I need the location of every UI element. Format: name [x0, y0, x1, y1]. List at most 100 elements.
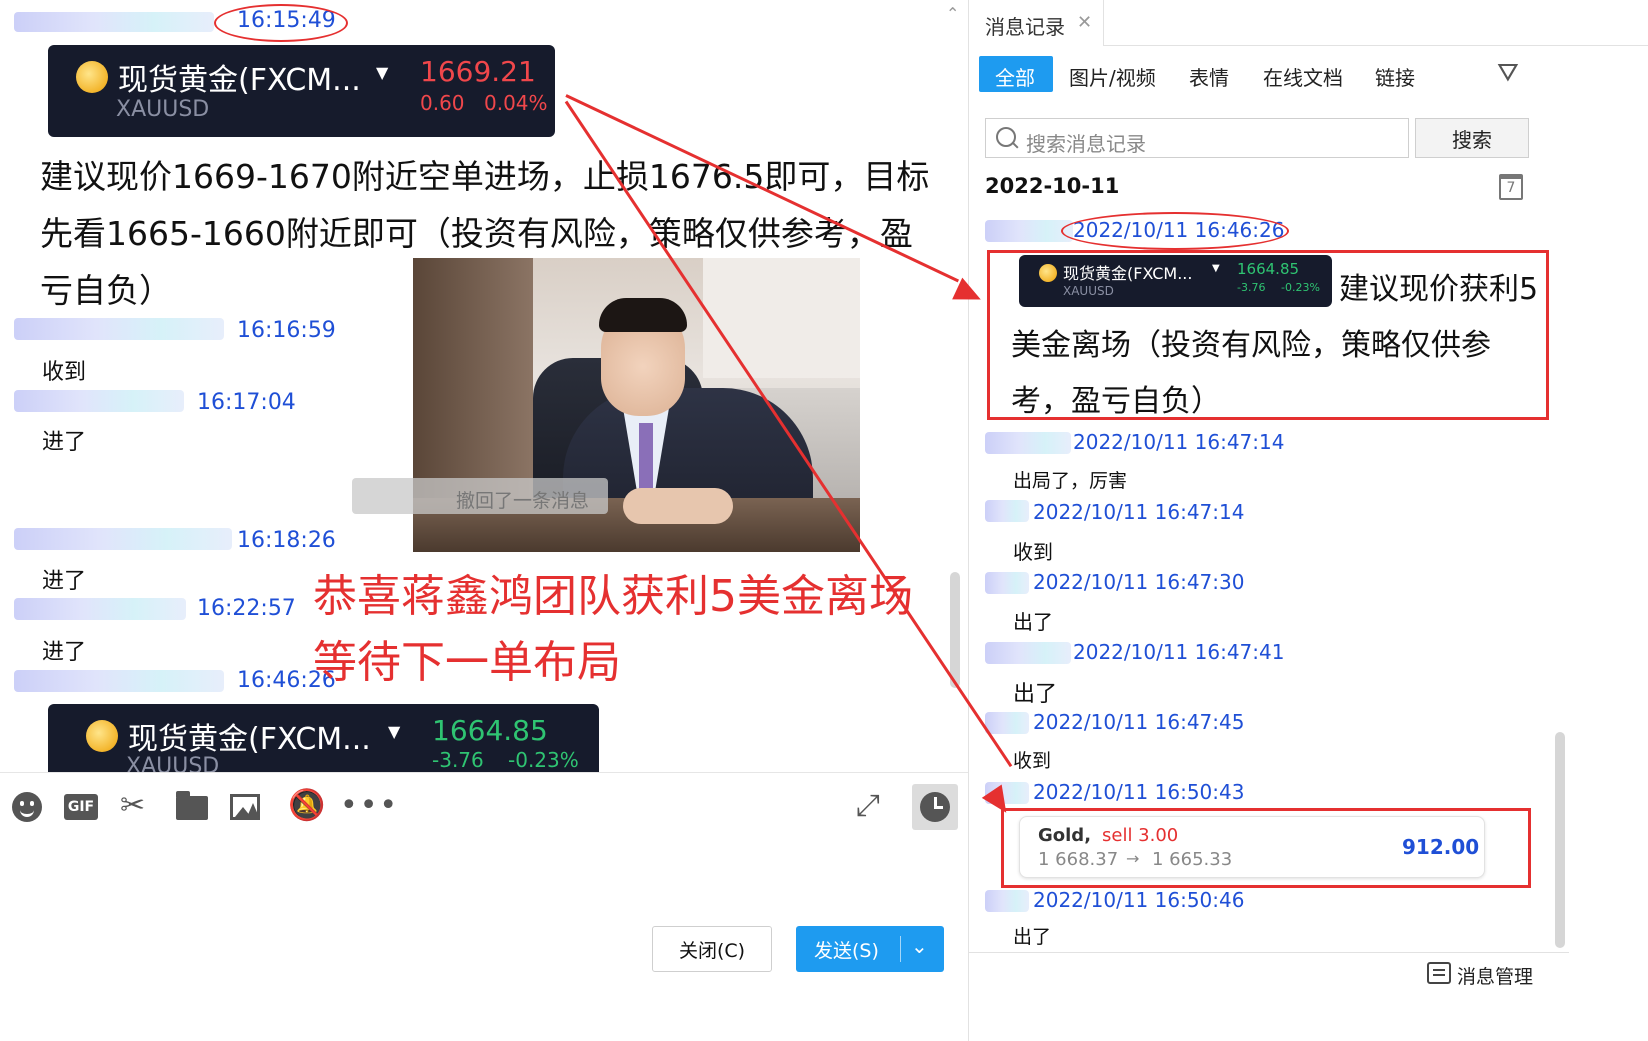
history-time: 2022/10/11 16:47:14	[1033, 500, 1245, 524]
search-box[interactable]: 搜索消息记录	[985, 118, 1409, 158]
trade-open-price: 1 668.37	[1038, 849, 1119, 870]
filter-docs[interactable]: 在线文档	[1263, 62, 1343, 91]
filter-sticker[interactable]: 表情	[1189, 62, 1229, 91]
sender-name-blurred	[14, 390, 184, 412]
emoji-icon[interactable]	[12, 792, 42, 822]
more-icon[interactable]: •••	[340, 788, 399, 823]
history-time: 2022/10/11 16:50:46	[1033, 888, 1245, 912]
history-time: 2022/10/11 16:47:45	[1033, 710, 1245, 734]
chat-pane: 16:15:49 现货黄金(FXCM... ▼ XAUUSD 1669.21 0…	[0, 0, 968, 1041]
calendar-icon[interactable]: 7	[1499, 174, 1523, 200]
ticker-symbol: XAUUSD	[116, 97, 210, 122]
sender-name-blurred	[985, 500, 1029, 522]
history-text: 出局了，厉害	[1013, 470, 1128, 492]
sender-name-blurred	[14, 670, 224, 692]
message-manage-link[interactable]: 消息管理	[1457, 962, 1533, 989]
chevron-down-icon[interactable]: ⌄	[911, 934, 928, 958]
history-text: 出了	[1013, 926, 1052, 948]
sender-name-blurred	[14, 12, 214, 32]
footer-divider	[969, 952, 1569, 953]
sender-name-blurred	[985, 712, 1029, 734]
wait-caption: 等待下一单布局	[313, 637, 621, 688]
history-text: 收到	[1013, 750, 1052, 772]
chevron-down-icon: ▼	[388, 722, 401, 741]
recalled-text: 撤回了一条消息	[456, 490, 590, 512]
ticker-percent: -0.23%	[508, 748, 579, 772]
gold-coin-icon	[86, 720, 118, 752]
history-time: 2022/10/11 16:50:43	[1033, 780, 1245, 804]
trade-profit: 912.00	[1402, 835, 1480, 859]
sender-name-blurred	[985, 220, 1073, 242]
ticker-name: 现货黄金(FXCM...	[128, 722, 371, 757]
history-pane: 消息记录 ✕ 全部 图片/视频 表情 在线文档 链接 ⛛ 搜索消息记录 搜索 2…	[968, 0, 1648, 1041]
scissors-icon[interactable]: ✂	[120, 788, 145, 823]
image-icon[interactable]	[230, 794, 260, 820]
date-header: 2022-10-11	[985, 174, 1120, 198]
calendar-day: 7	[1506, 180, 1516, 196]
sender-name-blurred	[985, 642, 1071, 664]
ticker-change: 0.60	[420, 91, 465, 115]
message-time: 16:22:57	[197, 596, 296, 621]
gold-ticker-card[interactable]: 现货黄金(FXCM... ▼ XAUUSD 1669.21 0.60 0.04%	[48, 45, 555, 137]
message-text: 进了	[42, 430, 87, 455]
ticker-price: 1669.21	[420, 55, 536, 88]
filter-media[interactable]: 图片/视频	[1069, 62, 1156, 91]
history-tab[interactable]: 消息记录 ✕	[969, 0, 1104, 46]
search-placeholder: 搜索消息记录	[1026, 132, 1146, 156]
filter-icon[interactable]: ⛛	[1497, 58, 1519, 89]
time-annotation-circle	[214, 4, 348, 42]
trade-instrument: Gold,	[1038, 825, 1092, 846]
tab-bar-line	[1103, 45, 1648, 46]
sender-name-blurred	[985, 432, 1071, 454]
history-scrollbar[interactable]	[1555, 732, 1565, 948]
message-text: 收到	[42, 360, 87, 385]
history-tab-title: 消息记录	[985, 15, 1065, 39]
history-text: 出了	[1013, 682, 1058, 707]
search-button[interactable]: 搜索	[1415, 118, 1529, 158]
collapse-icon[interactable]: ⌃	[946, 4, 959, 23]
message-time: 16:16:59	[237, 318, 336, 343]
expand-icon[interactable]: ⤢	[856, 788, 880, 823]
folder-icon[interactable]	[176, 791, 208, 820]
trade-close-price: 1 665.33	[1152, 849, 1233, 870]
message-time: 16:18:26	[237, 528, 336, 553]
message-manage-icon[interactable]	[1427, 962, 1451, 984]
sender-name-blurred	[14, 528, 232, 550]
mute-bell-icon[interactable]: 🔕	[288, 788, 325, 823]
gif-icon[interactable]: GIF	[64, 794, 98, 820]
send-button[interactable]: 发送(S) ⌄	[796, 926, 944, 972]
history-text: 收到	[1013, 540, 1053, 564]
history-time: 2022/10/11 16:47:41	[1073, 640, 1285, 664]
gold-ticker-card[interactable]: 现货黄金(FXCM... ▼ XAUUSD 1664.85 -3.76 -0.2…	[48, 704, 599, 772]
filter-links[interactable]: 链接	[1375, 62, 1415, 91]
trade-card[interactable]: Gold, sell 3.00 1 668.37 → 1 665.33 912.…	[1019, 816, 1485, 878]
history-text: 出了	[1013, 610, 1053, 634]
ticker-percent: 0.04%	[484, 91, 548, 115]
sender-name-blurred	[14, 318, 224, 340]
profit-message: 建议现价获利5美金离场（投资有风险，策略仅供参考，盈亏自负）	[1011, 272, 1539, 419]
message-text: 进了	[42, 569, 87, 594]
chevron-down-icon: ▼	[376, 63, 389, 82]
message-text: 进了	[42, 640, 87, 665]
sender-name-blurred	[14, 598, 186, 620]
input-divider	[0, 772, 968, 773]
send-label: 发送(S)	[814, 940, 879, 962]
ticker-symbol: XAUUSD	[126, 754, 220, 772]
arrow-right-icon: →	[1126, 849, 1140, 868]
gold-coin-icon	[76, 61, 108, 93]
ticker-name: 现货黄金(FXCM...	[118, 63, 361, 98]
history-time: 2022/10/11 16:47:14	[1073, 430, 1285, 454]
filter-all[interactable]: 全部	[979, 56, 1053, 92]
sender-name-blurred	[985, 890, 1029, 912]
close-icon[interactable]: ✕	[1077, 12, 1092, 33]
trade-side: sell 3.00	[1102, 825, 1179, 846]
sender-name-blurred	[985, 572, 1029, 594]
ticker-price: 1664.85	[432, 714, 548, 747]
close-button[interactable]: 关闭(C)	[652, 926, 772, 972]
history-clock-icon[interactable]	[912, 784, 958, 830]
chat-scrollbar[interactable]	[950, 572, 960, 688]
filter-label: 全部	[995, 66, 1035, 90]
ticker-change: -3.76	[432, 748, 484, 772]
history-time: 2022/10/11 16:47:30	[1033, 570, 1245, 594]
message-time: 16:17:04	[197, 390, 296, 415]
